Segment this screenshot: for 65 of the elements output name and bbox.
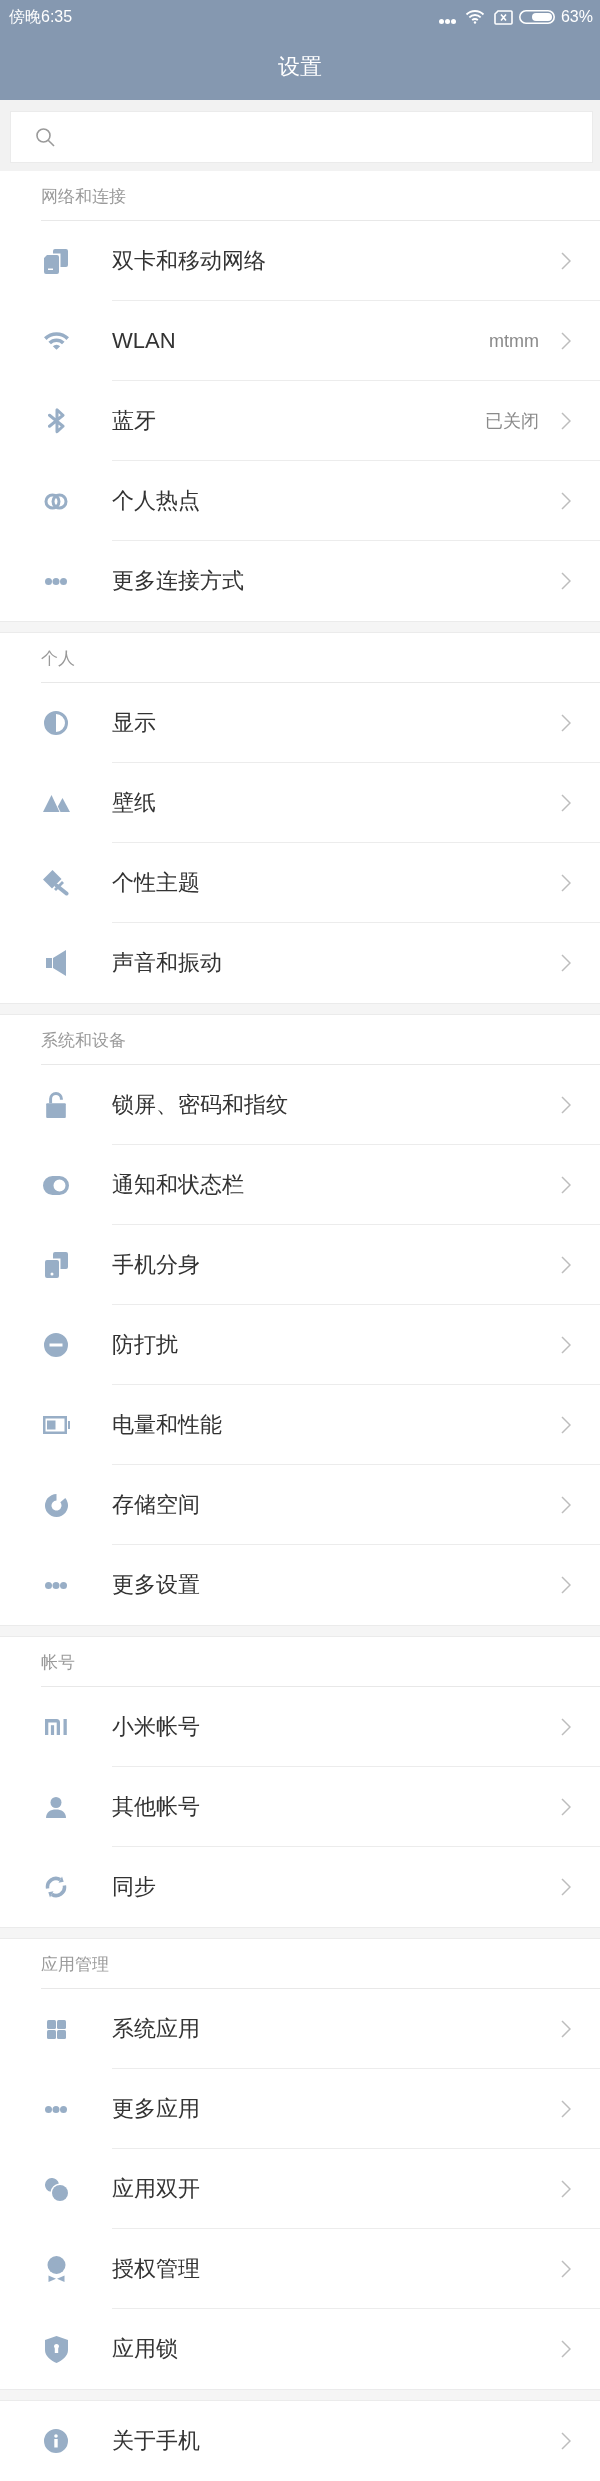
logo-icon [44, 1719, 68, 1735]
more-icon [45, 1581, 67, 1589]
status-time: 傍晚6:35 [9, 7, 73, 27]
chevron-right-icon [561, 491, 571, 510]
chevron-right-icon [561, 2432, 571, 2450]
bluetooth-icon [47, 408, 65, 434]
brush-icon [43, 870, 69, 896]
chevron-right-icon [561, 1717, 571, 1736]
chevron-right-icon [561, 2099, 571, 2118]
battery-icon [42, 1416, 70, 1434]
section-header: 帐号 [41, 1652, 75, 1674]
chevron-right-icon [561, 1878, 571, 1896]
chevron-right-icon [561, 1175, 571, 1194]
info-icon [44, 2429, 68, 2453]
page-title: 设置 [278, 53, 322, 81]
more-icon [45, 2105, 67, 2113]
section-header: 系统和设备 [41, 1030, 126, 1052]
chevron-right-icon [561, 793, 571, 812]
section-header: 网络和连接 [41, 186, 126, 208]
battery-status-icon [518, 10, 555, 24]
chevron-right-icon [561, 572, 571, 590]
chevron-right-icon [561, 1095, 571, 1114]
chevron-right-icon [561, 1797, 571, 1816]
sim-card-icon [493, 9, 513, 25]
chevron-right-icon [561, 1335, 571, 1354]
medal-icon [46, 2256, 66, 2282]
contrast-icon [44, 711, 68, 735]
chevron-right-icon [561, 1255, 571, 1274]
speaker-icon [46, 950, 66, 976]
sync-icon [45, 1876, 67, 1898]
chevron-right-icon [561, 1495, 571, 1514]
pie-chart-icon [44, 1493, 68, 1517]
more-dots-icon [438, 18, 456, 24]
person-icon [46, 1796, 66, 1818]
linked-rings-icon [44, 492, 68, 510]
chevron-right-icon [561, 411, 571, 430]
toggle-icon [43, 1175, 69, 1195]
chevron-right-icon [561, 1415, 571, 1434]
status-value: mtmm [489, 329, 539, 353]
search-icon [36, 127, 55, 147]
wifi-icon [43, 332, 69, 350]
battery-percent: 63% [560, 7, 593, 27]
phones-icon [44, 1252, 68, 1278]
section-header: 应用管理 [41, 1954, 109, 1976]
wifi-signal-icon [464, 10, 485, 24]
circles-icon [44, 2177, 68, 2201]
chevron-right-icon [561, 2179, 571, 2198]
status-value: 已关闭 [485, 409, 539, 433]
shield-icon [44, 2335, 68, 2363]
sim-cards-icon [44, 248, 68, 274]
mountains-icon [42, 794, 70, 812]
more-icon [45, 577, 67, 585]
chevron-right-icon [561, 2340, 571, 2358]
chevron-right-icon [561, 331, 571, 350]
chevron-right-icon [561, 954, 571, 972]
chevron-right-icon [561, 2259, 571, 2278]
chevron-right-icon [561, 2019, 571, 2038]
section-header: 个人 [41, 648, 75, 670]
grid-icon [46, 2019, 66, 2039]
chevron-right-icon [561, 251, 571, 270]
chevron-right-icon [561, 713, 571, 732]
padlock-icon [46, 1092, 66, 1118]
chevron-right-icon [561, 1576, 571, 1594]
chevron-right-icon [561, 873, 571, 892]
search-field[interactable] [10, 111, 593, 163]
